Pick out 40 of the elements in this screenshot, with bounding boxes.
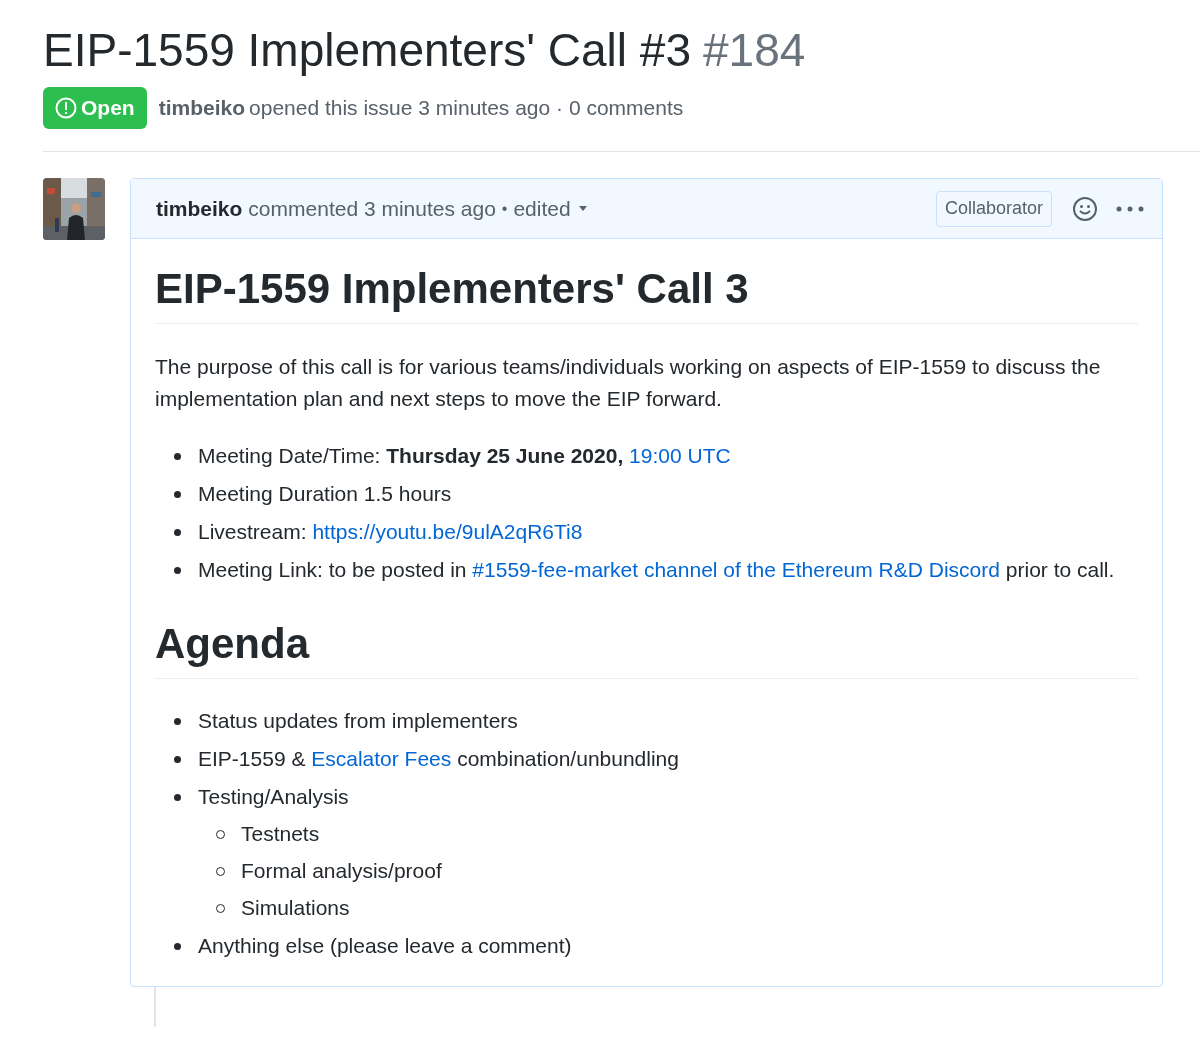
list-item: Status updates from implementers — [198, 709, 518, 732]
list-item: Meeting Date/Time: Thursday 25 June 2020, 19:00 UTC — [198, 444, 731, 467]
issue-title: EIP-1559 Implementers' Call #3 — [43, 23, 691, 78]
bullet-icon — [174, 453, 181, 460]
link[interactable]: Escalator Fees — [311, 747, 452, 770]
smiley-icon[interactable] — [1072, 195, 1098, 222]
comment-heading: EIP-1559 Implementers' Call 3 — [155, 263, 1138, 324]
list-item: Simulations — [241, 896, 350, 919]
role-badge: Collaborator — [935, 190, 1052, 227]
list-item: Anything else (please leave a comment) — [198, 934, 572, 957]
bullet-icon — [174, 491, 181, 498]
bullet-icon — [174, 567, 181, 574]
author-link[interactable]: timbeiko — [158, 92, 246, 124]
bullet-icon — [174, 794, 181, 801]
issue-number: #184 — [703, 23, 806, 78]
author-link[interactable]: timbeiko — [156, 192, 243, 225]
bullet-icon — [174, 756, 181, 763]
list-item: EIP-1559 & Escalator Fees combination/unbundling — [198, 747, 679, 770]
list-item: Meeting Link: to be posted in #1559-fee-market channel of the Ethereum R&D Discord prior to call. — [198, 558, 1115, 581]
link[interactable]: #1559-fee-market channel of the Ethereum R&D Discord — [472, 558, 1000, 581]
list-item: Formal analysis/proof — [241, 859, 442, 882]
intro-paragraph: The purpose of this call is for various teams/individuals working on aspects of EIP-1559 to discuss the implementation plan and next steps to move the EIP forward. — [155, 354, 1102, 412]
edited-dropdown[interactable]: edited — [513, 192, 587, 225]
issue-meta: opened this issue 3 minutes ago · 0 comments — [249, 95, 684, 122]
link[interactable]: https://youtu.be/9ulA2qR6Ti8 — [312, 520, 583, 543]
list-item: Meeting Duration 1.5 hours — [198, 482, 452, 505]
bullet-icon — [174, 943, 181, 950]
bullet-icon — [174, 718, 181, 725]
comment-time: commented 3 minutes ago — [248, 195, 496, 222]
separator: • — [501, 198, 508, 219]
list-item: Testnets — [241, 822, 320, 845]
alert-icon — [55, 97, 77, 119]
bullet-icon — [174, 529, 181, 536]
link[interactable]: 19:00 UTC — [629, 444, 731, 467]
more-icon[interactable] — [1116, 205, 1144, 212]
agenda-heading: Agenda — [155, 618, 1138, 679]
list-item: Livestream: https://youtu.be/9ulA2qR6Ti8 — [198, 520, 583, 543]
status-badge: Open — [43, 87, 147, 129]
caret-icon — [578, 206, 587, 211]
list-item: Testing/Analysis — [198, 785, 349, 808]
